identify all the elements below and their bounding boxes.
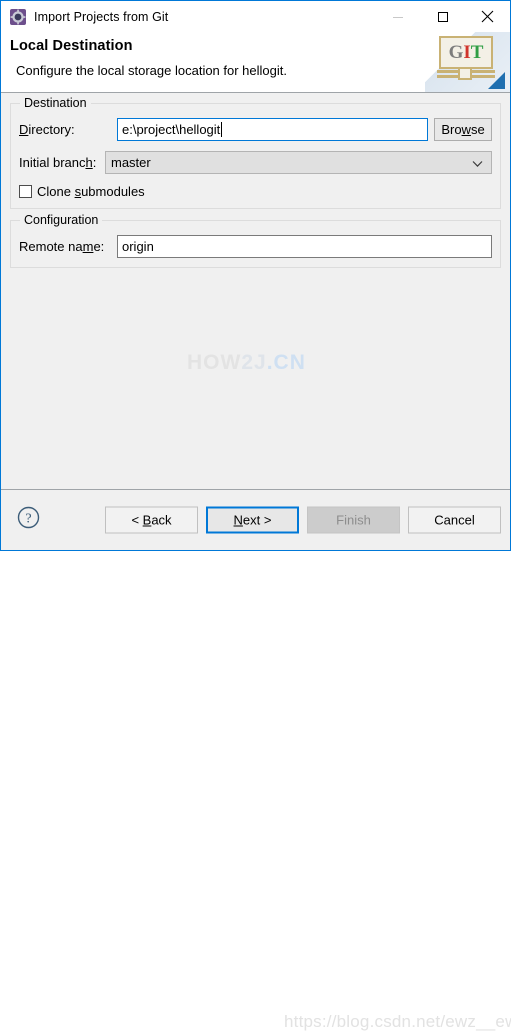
initial-branch-label: Initial branch:	[19, 155, 97, 170]
remote-name-label: Remote name:	[19, 239, 105, 254]
remote-name-value: origin	[122, 239, 154, 254]
finish-button: Finish	[307, 506, 400, 534]
dialog-footer: ? https://blog.csdn.net/ewz__ewz < Back …	[1, 489, 511, 1031]
configuration-group-legend: Configuration	[20, 213, 103, 227]
wizard-header: Local Destination Configure the local st…	[1, 32, 510, 93]
watermark-part-2: 2J	[241, 351, 267, 374]
eclipse-wizard-icon	[10, 8, 26, 25]
back-button[interactable]: < Back	[105, 506, 198, 534]
git-letter-t: T	[470, 42, 484, 63]
next-button-label: Next >	[233, 512, 272, 528]
help-icon[interactable]: ?	[17, 506, 40, 534]
window-controls	[375, 1, 510, 32]
browse-button-label: Browse	[441, 122, 485, 137]
close-icon[interactable]	[465, 1, 510, 32]
browse-button[interactable]: Browse	[434, 118, 492, 141]
minimize-icon[interactable]	[375, 1, 420, 32]
remote-name-input[interactable]: origin	[117, 235, 492, 258]
destination-group-legend: Destination	[20, 96, 91, 110]
git-letter-g: G	[448, 42, 464, 63]
initial-branch-select[interactable]: master	[105, 151, 492, 174]
finish-button-label: Finish	[336, 512, 371, 528]
dialog-window: Import Projects from Git Local Destinati…	[0, 0, 511, 1031]
directory-label: Directory:	[19, 122, 75, 137]
chevron-down-icon	[472, 155, 483, 170]
how2j-watermark: HOW2J.CN	[187, 351, 306, 375]
git-letter-i: I	[463, 42, 471, 63]
cancel-button-label: Cancel	[434, 512, 475, 528]
watermark-part-3: .CN	[266, 351, 306, 374]
initial-branch-row: Initial branch: master	[19, 151, 492, 174]
directory-input[interactable]: e:\project\hellogit	[117, 118, 428, 141]
clone-submodules-checkbox[interactable]	[19, 185, 32, 198]
text-caret	[221, 122, 223, 137]
destination-group: Destination Directory: e:\project\hellog…	[10, 96, 501, 209]
window-title: Import Projects from Git	[34, 9, 169, 24]
page-subtitle: Configure the local storage location for…	[16, 63, 287, 78]
corner-triangle-icon	[488, 72, 505, 89]
footer-buttons: < Back Next > Finish Cancel	[105, 506, 501, 534]
watermark-part-1: HOW	[187, 351, 242, 374]
title-bar: Import Projects from Git	[1, 1, 510, 32]
clone-submodules-label: Clone submodules	[37, 184, 145, 199]
directory-row: Directory: e:\project\hellogit Browse	[19, 118, 492, 141]
initial-branch-value: master	[111, 155, 151, 170]
dialog-content: Destination Directory: e:\project\hellog…	[1, 93, 510, 489]
git-logo-icon: GIT	[425, 32, 510, 92]
csdn-watermark: https://blog.csdn.net/ewz__ewz	[284, 1012, 511, 1031]
back-button-label: < Back	[131, 512, 172, 528]
cancel-button[interactable]: Cancel	[408, 506, 501, 534]
maximize-icon[interactable]	[420, 1, 465, 32]
remote-name-row: Remote name: origin	[19, 235, 492, 258]
next-button[interactable]: Next >	[206, 506, 299, 534]
svg-text:?: ?	[25, 511, 31, 526]
clone-submodules-row[interactable]: Clone submodules	[19, 184, 492, 199]
page-title: Local Destination	[10, 38, 133, 54]
configuration-group: Configuration Remote name: origin	[10, 213, 501, 268]
directory-input-value: e:\project\hellogit	[122, 122, 221, 137]
git-logo-plate: GIT	[439, 36, 493, 69]
